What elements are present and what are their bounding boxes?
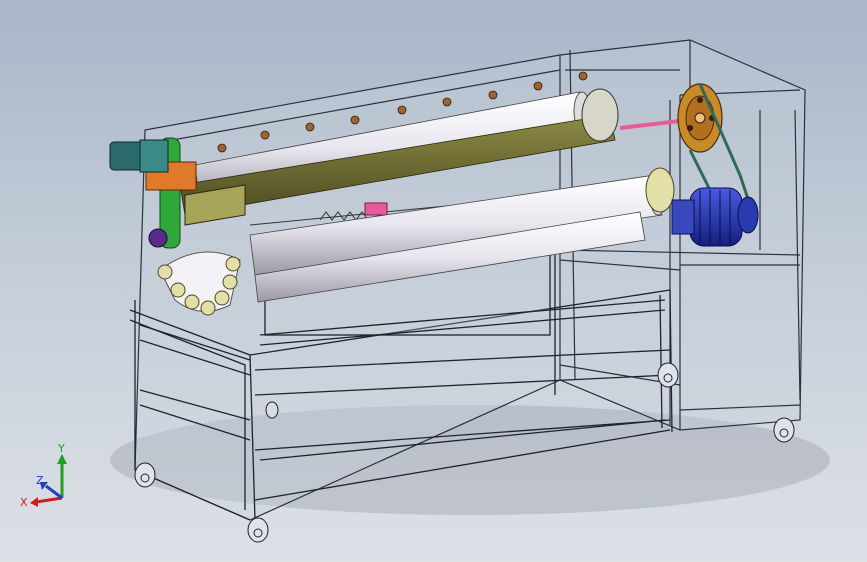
x-axis-line [35, 496, 63, 504]
y-axis-label: Y [57, 442, 65, 455]
x-axis-arrow [30, 497, 38, 507]
x-axis-label: X [20, 496, 28, 509]
caster-front-right [247, 517, 269, 543]
left-gear-motor [109, 139, 169, 173]
orientation-triad[interactable]: Y X Z [14, 440, 84, 520]
z-axis-line [45, 484, 63, 500]
y-axis-arrow [57, 454, 67, 464]
caster-front-left [134, 462, 156, 488]
caster-back-mid [657, 362, 679, 388]
z-axis-label: Z [36, 474, 44, 487]
caster-back-right [773, 417, 795, 443]
machine-model[interactable] [0, 0, 867, 562]
drawer-knob[interactable] [265, 401, 279, 419]
cad-viewport[interactable]: Y X Z [0, 0, 867, 562]
